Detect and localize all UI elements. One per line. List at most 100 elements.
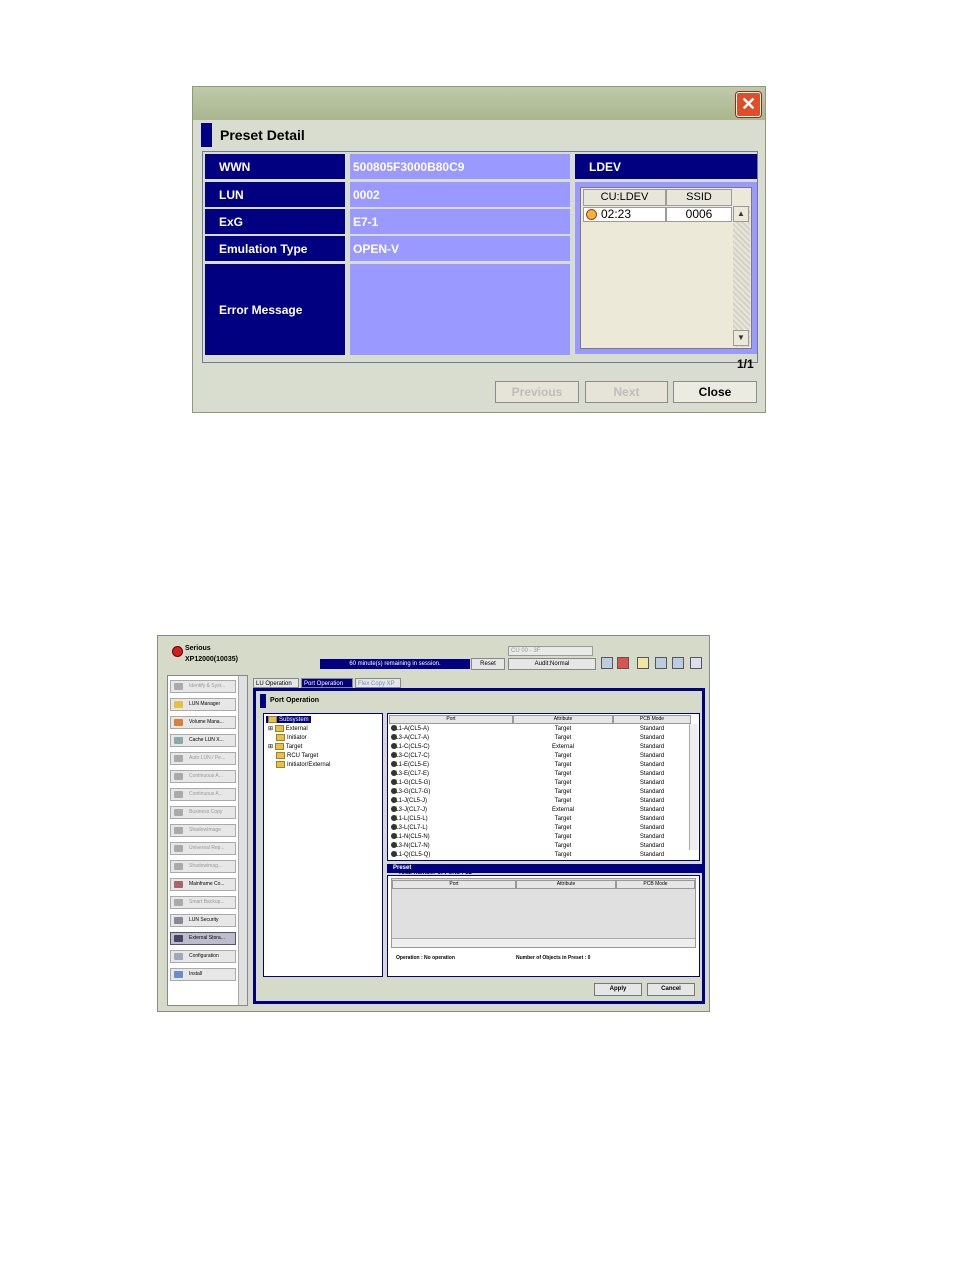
menu-item-continuous-a2[interactable]: Continuous A...	[170, 788, 236, 801]
cu-select[interactable]: CU 00 - 3F	[508, 646, 593, 656]
tree-node-rcu-target[interactable]: RCU Target	[276, 752, 318, 759]
port-col-pcb-mode[interactable]: PCB Mode	[613, 715, 691, 724]
port-col-attribute[interactable]: Attribute	[513, 715, 613, 724]
port-icon	[391, 851, 397, 857]
menu-item-lun-security[interactable]: LUN Security	[170, 914, 236, 927]
table-row[interactable]: CL1-E(CL5-E) Target Standard	[389, 761, 690, 770]
lun-label: LUN	[205, 182, 345, 207]
table-row[interactable]: CL3-N(CL7-N) Target Standard	[389, 842, 690, 851]
port-icon	[391, 752, 397, 758]
menu-item-shadowimage-2[interactable]: Shadowimag...	[170, 860, 236, 873]
menu-scrollbar[interactable]	[238, 676, 247, 1005]
menu-item-mainframe[interactable]: Mainframe Co...	[170, 878, 236, 891]
preset-col-port[interactable]: Port	[392, 880, 516, 889]
attribute-cell: Target	[554, 771, 572, 777]
table-row[interactable]: CL3-C(CL7-C) Target Standard	[389, 752, 690, 761]
audit-button[interactable]: Audit:Normal	[508, 658, 596, 670]
apply-button[interactable]: Apply	[594, 983, 642, 996]
panel-title-bar	[260, 694, 266, 708]
table-row[interactable]: CL1-L(CL5-L) Target Standard	[389, 815, 690, 824]
port-icon	[391, 815, 397, 821]
menu-item-auto-lun[interactable]: Auto LUN / Pe...	[170, 752, 236, 765]
tree-node-external[interactable]: ⊞ External	[268, 725, 308, 732]
alert-icon[interactable]	[617, 657, 629, 669]
menu-item-icon	[174, 719, 183, 726]
attribute-cell: Target	[554, 762, 572, 768]
attribute-cell: External	[551, 744, 574, 750]
table-row[interactable]: CL3-A(CL7-A) Target Standard	[389, 734, 690, 743]
edit-icon[interactable]	[637, 657, 649, 669]
menu-item-smart-backup[interactable]: Smart Backup...	[170, 896, 236, 909]
tree-node-initiator-external[interactable]: Initiator/External	[276, 761, 330, 768]
port-icon	[391, 833, 397, 839]
reset-button[interactable]: Reset	[471, 658, 505, 670]
table-row[interactable]: CL1-N(CL5-N) Target Standard	[389, 833, 690, 842]
previous-button[interactable]: Previous	[495, 381, 579, 403]
ldev-cell-ssid[interactable]: 0006	[666, 207, 732, 222]
port-operation-panel: Port Operation Subsystem ⊞ External Init…	[253, 688, 705, 1004]
menu-item-icon	[174, 737, 183, 744]
tree-node-target[interactable]: ⊞ Target	[268, 743, 302, 750]
menu-item-icon	[174, 701, 183, 708]
preset-table: Port Attribute PCB Mode Operation : No o…	[387, 875, 700, 977]
port-icon	[391, 797, 397, 803]
ldev-col-cu-ldev[interactable]: CU:LDEV	[583, 189, 666, 206]
port-tree: Subsystem ⊞ External Initiator ⊞ Target …	[263, 713, 383, 977]
ldev-scrollbar[interactable]: ▲ ▼	[733, 206, 750, 347]
table-row[interactable]: CL1-J(CL5-J) Target Standard	[389, 797, 690, 806]
port-cell: CL1-G(CL5-G)	[391, 779, 431, 786]
port-cell: CL1-L(CL5-L)	[391, 815, 428, 822]
ldev-cell-cu-ldev[interactable]: 02:23	[583, 207, 666, 222]
menu-item-cache-lun[interactable]: Cache LUN X...	[170, 734, 236, 747]
tab-flex-copy-xp[interactable]: Flex Copy XP	[355, 678, 401, 688]
table-row[interactable]: CL1-Q(CL5-Q) Target Standard	[389, 851, 690, 860]
next-button[interactable]: Next	[585, 381, 668, 403]
tab-lu-operation[interactable]: LU Operation	[253, 678, 299, 688]
port-table-scrollbar[interactable]	[689, 724, 698, 850]
menu-item-icon	[174, 935, 183, 942]
report-icon[interactable]	[601, 657, 613, 669]
menu-item-install[interactable]: Install	[170, 968, 236, 981]
attribute-cell: Target	[554, 825, 572, 831]
preset-col-pcb-mode[interactable]: PCB Mode	[616, 880, 695, 889]
table-row[interactable]: CL1-G(CL5-G) Target Standard	[389, 779, 690, 788]
table-row[interactable]: CL3-L(CL7-L) Target Standard	[389, 824, 690, 833]
exit-icon[interactable]	[690, 657, 702, 669]
dialog-titlebar[interactable]: ✕	[193, 87, 765, 120]
menu-item-continuous-a1[interactable]: Continuous A...	[170, 770, 236, 783]
close-button[interactable]: Close	[673, 381, 757, 403]
menu-item-shadowimage[interactable]: ShadowImage	[170, 824, 236, 837]
table-row[interactable]: CL1-C(CL5-C) External Standard	[389, 743, 690, 752]
preset-hscrollbar[interactable]	[392, 938, 695, 947]
lun-value: 0002	[350, 182, 570, 207]
port-cell: CL1-N(CL5-N)	[391, 833, 430, 840]
ldev-col-ssid[interactable]: SSID	[666, 189, 732, 206]
cancel-button[interactable]: Cancel	[647, 983, 695, 996]
port-cell: CL3-C(CL7-C)	[391, 752, 430, 759]
refresh-icon[interactable]	[672, 657, 684, 669]
preset-col-attribute[interactable]: Attribute	[516, 880, 616, 889]
table-row[interactable]: CL3-J(CL7-J) External Standard	[389, 806, 690, 815]
table-row[interactable]: CL3-G(CL7-G) Target Standard	[389, 788, 690, 797]
tree-node-initiator[interactable]: Initiator	[276, 734, 307, 741]
menu-item-business-copy[interactable]: Business Copy	[170, 806, 236, 819]
scroll-up-icon[interactable]: ▲	[733, 206, 749, 222]
table-row[interactable]: CL3-E(CL7-E) Target Standard	[389, 770, 690, 779]
menu-item-lun-manager[interactable]: LUN Manager	[170, 698, 236, 711]
menu-item-configuration[interactable]: Configuration	[170, 950, 236, 963]
tree-node-subsystem[interactable]: Subsystem	[266, 716, 311, 724]
tab-port-operation[interactable]: Port Operation	[301, 678, 353, 688]
port-icon	[391, 842, 397, 848]
menu-item-external-storage[interactable]: External Stora...	[170, 932, 236, 945]
menu-item-volume-manager[interactable]: Volume Mana...	[170, 716, 236, 729]
menu-item-identify[interactable]: Identify & Syst...	[170, 680, 236, 693]
scroll-down-icon[interactable]: ▼	[733, 330, 749, 346]
table-row[interactable]: CL1-A(CL5-A) Target Standard	[389, 725, 690, 734]
port-icon	[391, 761, 397, 767]
menu-item-universal-rep[interactable]: Universal Rep...	[170, 842, 236, 855]
port-col-port[interactable]: Port	[389, 715, 513, 724]
page-indicator: 1/1	[737, 357, 754, 371]
search-icon[interactable]	[655, 657, 667, 669]
close-icon[interactable]: ✕	[736, 92, 761, 117]
pcb-mode-cell: Standard	[639, 798, 665, 804]
